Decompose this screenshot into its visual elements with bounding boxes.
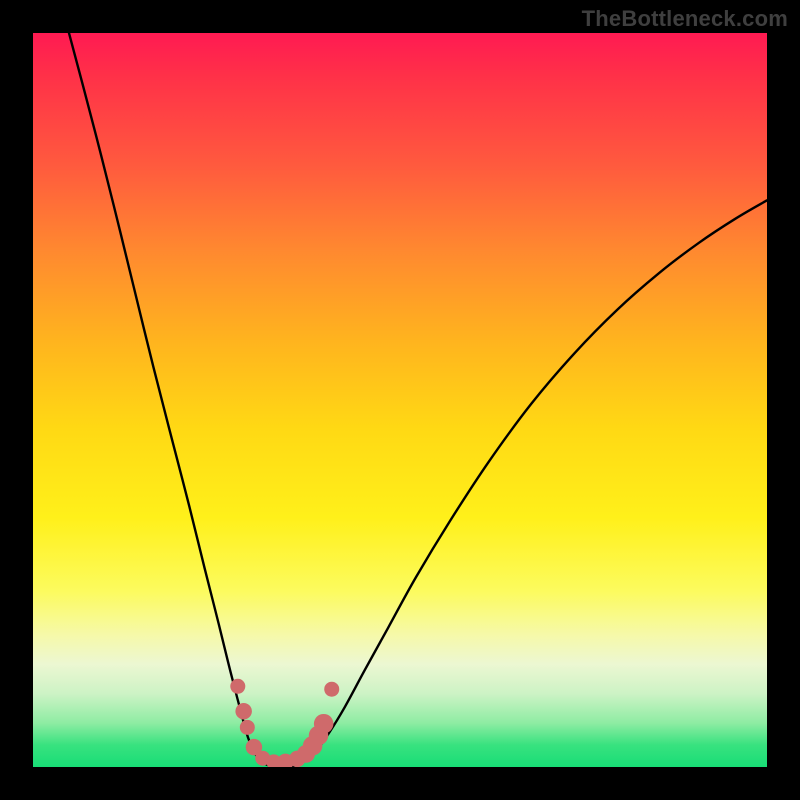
- datapoint: [230, 679, 245, 694]
- datapoint: [324, 682, 339, 697]
- datapoint: [240, 720, 255, 735]
- plot-area: [33, 33, 767, 767]
- chart-stage: TheBottleneck.com: [0, 0, 800, 800]
- watermark-text: TheBottleneck.com: [582, 6, 788, 32]
- curve-layer: [33, 33, 767, 767]
- bottleneck-curve: [69, 33, 767, 767]
- datapoint-group: [230, 679, 339, 767]
- datapoint: [314, 714, 334, 734]
- datapoint: [235, 703, 252, 720]
